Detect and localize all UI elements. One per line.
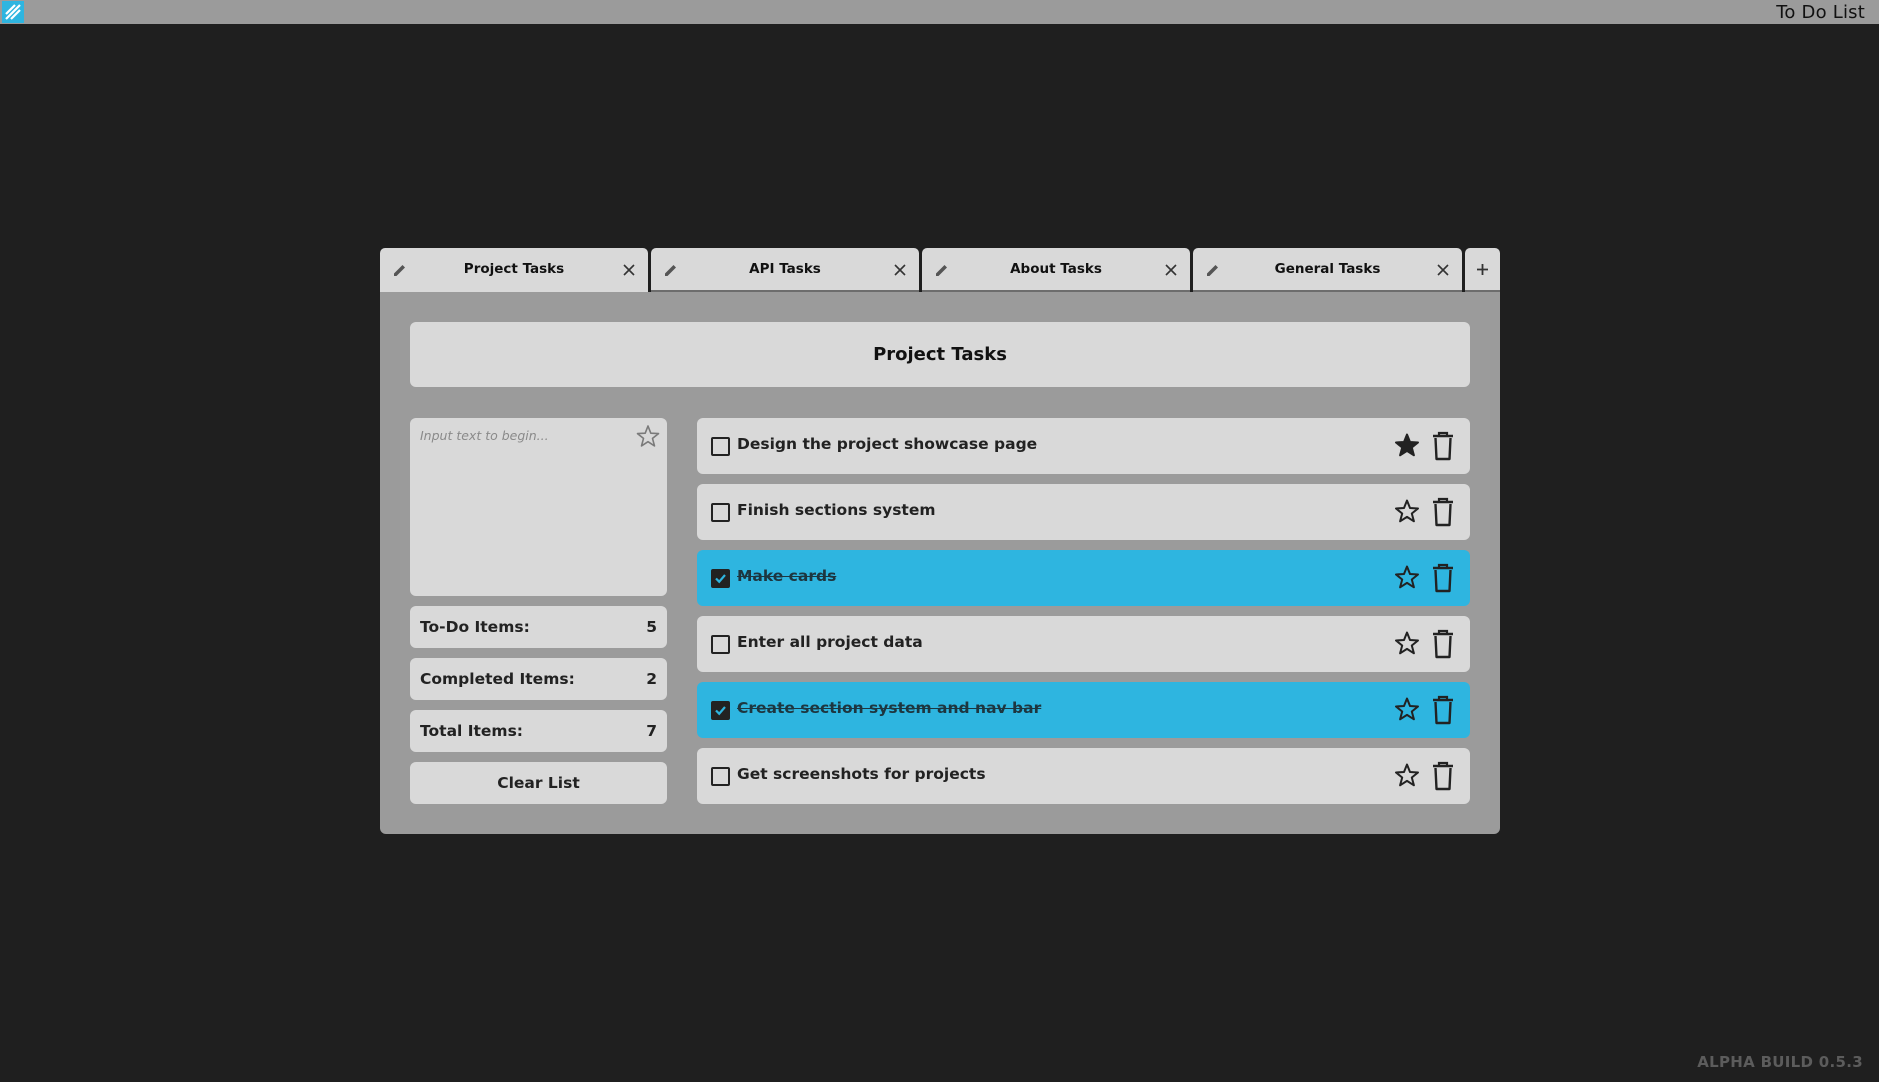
pencil-icon[interactable] [662, 261, 680, 279]
trash-icon[interactable] [1430, 496, 1456, 528]
completed-items-label: Completed Items: [420, 670, 575, 688]
tab-label: API Tasks [749, 261, 821, 277]
todo-items-stat: To-Do Items: 5 [410, 606, 667, 648]
completed-items-value: 2 [646, 670, 657, 688]
trash-icon[interactable] [1430, 628, 1456, 660]
task-label: Finish sections system [737, 501, 936, 519]
task-row[interactable]: Create section system and nav bar [697, 682, 1470, 738]
completed-items-stat: Completed Items: 2 [410, 658, 667, 700]
star-icon[interactable] [1392, 497, 1422, 527]
checkbox-icon[interactable] [711, 569, 730, 588]
pencil-icon[interactable] [391, 261, 409, 279]
list-title-card: Project Tasks [410, 322, 1470, 387]
task-label: Get screenshots for projects [737, 765, 986, 783]
close-icon[interactable] [1163, 262, 1179, 278]
checkbox-icon[interactable] [711, 701, 730, 720]
tab-label: Project Tasks [463, 261, 565, 277]
task-row[interactable]: Design the project showcase page [697, 418, 1470, 474]
tab-general-tasks[interactable]: General Tasks [1193, 248, 1462, 292]
close-icon[interactable] [1435, 262, 1451, 278]
trash-icon[interactable] [1430, 760, 1456, 792]
task-label: Enter all project data [737, 633, 923, 651]
tab-bar: Project Tasks API Tasks About Tasks Gene… [380, 248, 1500, 292]
star-icon[interactable] [1392, 563, 1422, 593]
plus-icon [1477, 264, 1488, 275]
close-icon[interactable] [621, 262, 637, 278]
tab-about-tasks[interactable]: About Tasks [922, 248, 1190, 292]
add-tab-button[interactable] [1465, 248, 1500, 292]
tab-project-tasks[interactable]: Project Tasks [380, 248, 648, 292]
close-icon[interactable] [892, 262, 908, 278]
todo-items-label: To-Do Items: [420, 618, 530, 636]
new-task-input-card [410, 418, 667, 596]
tab-api-tasks[interactable]: API Tasks [651, 248, 919, 292]
trash-icon[interactable] [1430, 430, 1456, 462]
trash-icon[interactable] [1430, 562, 1456, 594]
app-logo-icon [2, 1, 24, 23]
pencil-icon[interactable] [1204, 261, 1222, 279]
checkbox-icon[interactable] [711, 635, 730, 654]
star-filled-icon[interactable] [1392, 431, 1422, 461]
todo-items-value: 5 [646, 618, 657, 636]
pencil-icon[interactable] [933, 261, 951, 279]
new-task-input[interactable] [410, 418, 667, 596]
star-icon[interactable] [1392, 629, 1422, 659]
trash-icon[interactable] [1430, 694, 1456, 726]
star-icon[interactable] [1392, 695, 1422, 725]
task-row[interactable]: Finish sections system [697, 484, 1470, 540]
checkbox-icon[interactable] [711, 437, 730, 456]
task-label: Create section system and nav bar [737, 699, 1042, 717]
checkbox-icon[interactable] [711, 767, 730, 786]
task-row[interactable]: Enter all project data [697, 616, 1470, 672]
title-bar: To Do List [0, 0, 1879, 24]
task-label: Make cards [737, 567, 837, 585]
total-items-value: 7 [646, 722, 657, 740]
task-row[interactable]: Get screenshots for projects [697, 748, 1470, 804]
tab-label: About Tasks [1010, 261, 1102, 277]
star-icon[interactable] [634, 423, 662, 451]
checkbox-icon[interactable] [711, 503, 730, 522]
total-items-stat: Total Items: 7 [410, 710, 667, 752]
tab-label: General Tasks [1274, 261, 1381, 277]
total-items-label: Total Items: [420, 722, 524, 740]
task-label: Design the project showcase page [737, 435, 1038, 453]
task-row[interactable]: Make cards [697, 550, 1470, 606]
list-title: Project Tasks [873, 344, 1007, 365]
star-icon[interactable] [1392, 761, 1422, 791]
clear-list-button[interactable]: Clear List [410, 762, 667, 804]
build-version: ALPHA BUILD 0.5.3 [1697, 1053, 1863, 1071]
app-title: To Do List [1776, 2, 1865, 23]
